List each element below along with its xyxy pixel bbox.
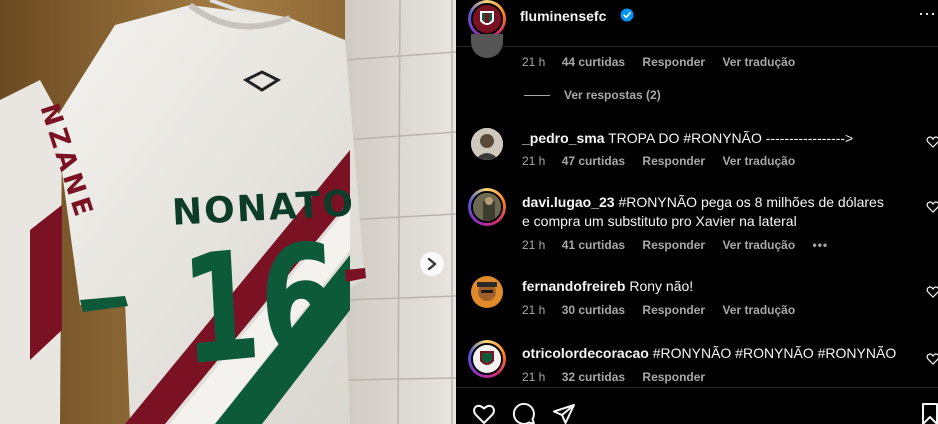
club-crest-icon (473, 345, 501, 373)
reply-button[interactable]: Responder (642, 303, 705, 317)
chevron-right-icon (427, 258, 437, 270)
comment-time: 21 h (522, 370, 546, 384)
comment-meta: 21 h 47 curtidas Responder Ver tradução (522, 154, 809, 168)
author-avatar[interactable] (471, 3, 503, 35)
comments-panel: fluminensefc ⋯ 21 h 44 curtidas Responde… (456, 0, 938, 424)
view-replies-button[interactable]: Ver respostas (2) (524, 88, 661, 102)
comment-time: 21 h (522, 55, 546, 69)
header-divider (456, 46, 938, 47)
comment-likes[interactable]: 41 curtidas (562, 238, 625, 252)
club-crest-icon (473, 5, 501, 33)
translate-button[interactable]: Ver tradução (722, 303, 795, 317)
comment-time: 21 h (522, 303, 546, 317)
comment-body: TROPA DO #RONYNÃO -----------------> (608, 130, 854, 146)
post-photo[interactable]: NZANE NONATO 16 (0, 0, 456, 424)
like-heart-icon[interactable] (926, 352, 938, 366)
author-username[interactable]: fluminensefc (520, 8, 606, 24)
comment-meta: 21 h 32 curtidas Responder (522, 370, 719, 384)
save-bookmark-icon[interactable] (918, 402, 938, 424)
comment-text-block: davi.lugao_23 #RONYNÃO pega os 8 milhões… (522, 193, 892, 231)
comment-likes[interactable]: 30 curtidas (562, 303, 625, 317)
translate-button[interactable]: Ver tradução (722, 154, 795, 168)
comment-body: #RONYNÃO #RONYNÃO #RONYNÃO (652, 345, 897, 361)
next-photo-button[interactable] (420, 252, 444, 276)
comment-more-icon[interactable]: ••• (813, 238, 829, 252)
post-action-bar (456, 387, 938, 424)
like-heart-icon[interactable] (926, 200, 938, 214)
comment-time: 21 h (522, 238, 546, 252)
comment-time: 21 h (522, 154, 546, 168)
commenter-avatar[interactable] (471, 128, 503, 160)
translate-button[interactable]: Ver tradução (722, 55, 795, 69)
previous-comment-meta: 21 h 44 curtidas Responder Ver tradução (522, 55, 809, 69)
profile-photo-icon (471, 128, 503, 160)
commenter-username[interactable]: davi.lugao_23 (522, 194, 615, 210)
reply-button[interactable]: Responder (642, 154, 705, 168)
commenter-avatar[interactable] (471, 343, 503, 375)
comment-text-block: fernandofreireb Rony não! (522, 277, 922, 296)
translate-button[interactable]: Ver tradução (722, 238, 795, 252)
replies-line (524, 95, 550, 97)
comment-text-block: otricolordecoracao #RONYNÃO #RONYNÃO #RO… (522, 344, 922, 363)
profile-photo-icon (471, 276, 503, 308)
comment-likes[interactable]: 44 curtidas (562, 55, 625, 69)
reply-button[interactable]: Responder (642, 55, 705, 69)
comment-meta: 21 h 30 curtidas Responder Ver tradução (522, 303, 809, 317)
commenter-username[interactable]: _pedro_sma (522, 130, 604, 146)
comment-body: Rony não! (629, 278, 694, 294)
commenter-username[interactable]: otricolordecoracao (522, 345, 649, 361)
post-header: fluminensefc ⋯ (456, 0, 938, 38)
comment-meta: 21 h 41 curtidas Responder Ver tradução … (522, 238, 842, 252)
like-heart-icon[interactable] (472, 402, 496, 424)
view-replies-label: Ver respostas (2) (564, 88, 661, 102)
comment-text-block: _pedro_sma TROPA DO #RONYNÃO -----------… (522, 129, 922, 148)
like-heart-icon[interactable] (926, 135, 938, 149)
jersey-number: 16 (177, 211, 343, 400)
commenter-avatar[interactable] (471, 191, 503, 223)
comment-likes[interactable]: 32 curtidas (562, 370, 625, 384)
previous-comment-avatar[interactable] (471, 34, 503, 58)
reply-button[interactable]: Responder (642, 238, 705, 252)
reply-button[interactable]: Responder (642, 370, 705, 384)
more-options-icon[interactable]: ⋯ (918, 4, 936, 25)
commenter-username[interactable]: fernandofreireb (522, 278, 625, 294)
like-heart-icon[interactable] (926, 285, 938, 299)
comment-likes[interactable]: 47 curtidas (562, 154, 625, 168)
commenter-avatar[interactable] (471, 276, 503, 308)
share-send-icon[interactable] (552, 402, 576, 424)
comment-bubble-icon[interactable] (512, 402, 536, 424)
verified-badge-icon (620, 8, 634, 22)
